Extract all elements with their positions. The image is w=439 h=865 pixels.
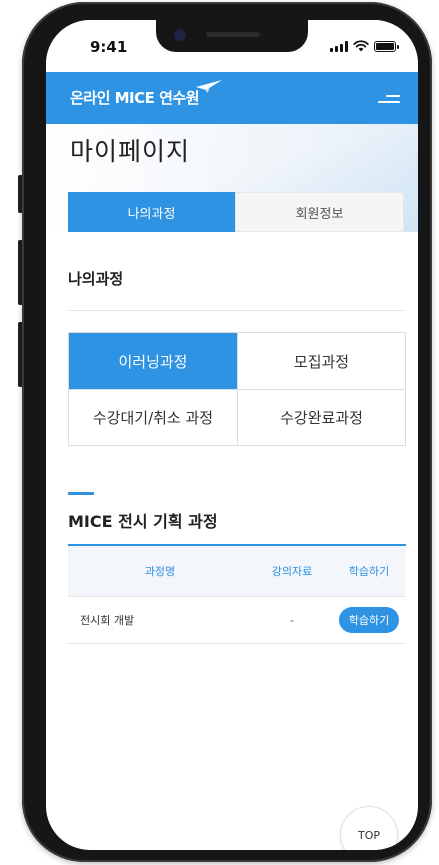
notch	[156, 20, 308, 52]
scroll-top-button[interactable]: TOP	[340, 806, 398, 850]
category-completed[interactable]: 수강완료과정	[237, 389, 405, 445]
app-header: 온라인 MICE 연수원	[46, 72, 418, 124]
course-table: 과정명 강의자료 학습하기 전시회 개발 - 학습하기	[68, 544, 406, 644]
battery-icon	[374, 40, 399, 52]
my-courses-heading: 나의과정	[68, 270, 124, 288]
study-button[interactable]: 학습하기	[338, 607, 400, 633]
section-divider	[68, 310, 406, 311]
course-section-heading: MICE 전시 기획 과정	[68, 512, 218, 531]
course-materials: -	[290, 613, 294, 627]
course-name: 전시회 개발	[80, 614, 135, 627]
status-time: 9:41	[90, 38, 128, 56]
category-elearning[interactable]: 이러닝과정	[69, 333, 237, 389]
hamburger-menu-icon[interactable]	[376, 90, 400, 108]
paper-plane-icon	[196, 80, 222, 93]
table-header: 과정명 강의자료 학습하기	[68, 544, 406, 596]
tab-my-courses[interactable]: 나의과정	[68, 192, 235, 232]
page-tabs: 나의과정 회원정보	[68, 192, 404, 232]
table-row: 전시회 개발 - 학습하기	[68, 596, 406, 644]
section-accent-bar	[68, 492, 94, 495]
column-course-name: 과정명	[144, 565, 176, 578]
status-icons	[330, 40, 399, 52]
page-title-band: 마이페이지 나의과정 회원정보	[46, 124, 418, 232]
speaker	[206, 32, 260, 37]
site-logo[interactable]: 온라인 MICE 연수원	[70, 87, 200, 108]
page-title: 마이페이지	[70, 137, 191, 166]
category-waiting-cancelled[interactable]: 수강대기/취소 과정	[69, 389, 237, 445]
phone-screen: 9:41 온라인 MICE 연수원 마이페이지 나의과정 회원정보 나의과정 이…	[46, 20, 418, 850]
course-category-grid: 이러닝과정 모집과정 수강대기/취소 과정 수강완료과정	[68, 332, 406, 446]
column-study: 학습하기	[348, 565, 390, 578]
column-materials: 강의자료	[271, 565, 313, 578]
signal-icon	[330, 40, 348, 52]
tab-member-info[interactable]: 회원정보	[235, 192, 404, 232]
wifi-icon	[353, 40, 369, 52]
category-recruiting[interactable]: 모집과정	[237, 333, 405, 389]
camera	[174, 29, 186, 41]
study-cell: 학습하기	[332, 607, 406, 633]
